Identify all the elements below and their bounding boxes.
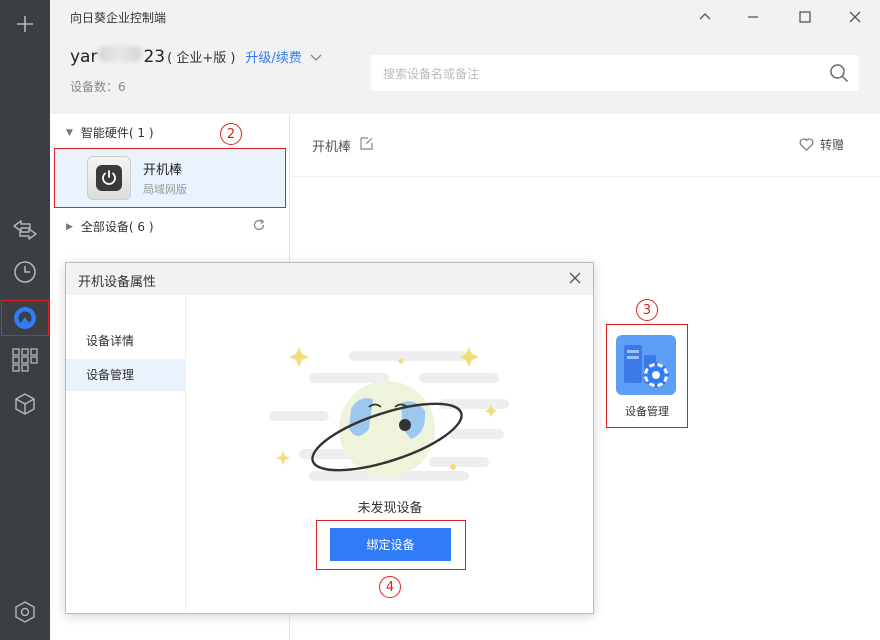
dialog-nav: 设备详情 设备管理 [66,295,186,613]
tree-group-all-devices[interactable]: ▶ 全部设备( 6 ) [66,218,154,235]
history-clock-icon[interactable] [0,252,50,292]
heart-icon [799,138,814,151]
nav-device-details[interactable]: 设备详情 [66,325,185,357]
search-input[interactable]: 搜索设备名或备注 [383,65,479,82]
sidebar [0,0,50,640]
annotation-marker-2: 2 [220,123,242,145]
dialog-close-icon[interactable] [567,270,583,290]
bind-device-button[interactable]: 绑定设备 [330,528,451,561]
device-management-icon [616,335,676,395]
transfer-label: 转赠 [819,138,844,152]
device-name: 开机棒 [143,163,183,178]
dialog-body: 未发现设备 绑定设备 [187,295,593,613]
dialog-header: 开机设备属性 [66,263,593,295]
account-name-prefix: yar [70,47,98,67]
device-item-power-stick[interactable]: 开机棒 局域网版 [54,148,286,208]
power-stick-thumbnail [87,156,131,200]
caret-right-icon: ▶ [66,221,73,232]
annotation-marker-3: 3 [636,299,658,321]
power-device-properties-dialog: 开机设备属性 设备详情 设备管理 未发现设备 绑定设备 [65,262,594,614]
search-icon[interactable] [829,63,849,87]
close-icon[interactable] [844,6,866,28]
chevron-down-icon[interactable] [310,52,322,67]
window-title: 向日葵企业控制端 [70,11,167,25]
account-info: yar 23 ( 企业+版 ) 升级/续费 [70,46,322,67]
no-device-illustration-icon [269,347,509,481]
divider [291,176,880,177]
device-detail-title: 开机棒 [312,140,352,155]
title-bar: 向日葵企业控制端 [50,0,880,34]
upgrade-renew-link[interactable]: 升级/续费 [245,47,301,66]
add-icon[interactable] [0,4,50,44]
account-name-suffix: 23 [143,47,166,67]
remote-control-icon[interactable] [0,210,50,250]
device-subtitle: 局域网版 [143,183,187,196]
collapse-chevron-icon[interactable] [694,6,716,28]
account-header: yar 23 ( 企业+版 ) 升级/续费 设备数：6 搜索设备名或备注 [50,34,880,114]
tree-group-label: 全部设备( 6 ) [80,220,154,234]
dialog-title: 开机设备属性 [78,275,157,290]
device-management-label: 设备管理 [625,405,669,418]
settings-hexagon-icon[interactable] [0,592,50,632]
nav-device-management[interactable]: 设备管理 [66,359,185,391]
refresh-icon[interactable] [252,218,266,236]
caret-down-icon: ▼ [66,127,73,138]
tree-group-label: 智能硬件( 1 ) [80,126,154,140]
package-cube-icon[interactable] [0,384,50,424]
account-edition: ( 企业+版 ) [167,51,236,66]
sunflower-device-icon[interactable] [0,298,50,338]
minimize-icon[interactable] [742,6,764,28]
account-name-blur [98,46,143,62]
edit-icon[interactable] [359,135,375,155]
device-management-card[interactable]: 设备管理 [606,324,688,428]
bind-button-highlight: 绑定设备 [316,520,466,570]
maximize-icon[interactable] [794,6,816,28]
tree-group-smart-hardware[interactable]: ▼ 智能硬件( 1 ) [66,124,154,141]
apps-grid-icon[interactable] [0,340,50,380]
transfer-button[interactable]: 转赠 [799,136,844,153]
no-device-message: 未发现设备 [357,501,423,516]
device-count: 设备数：6 [70,80,126,94]
search-box[interactable]: 搜索设备名或备注 [371,55,859,91]
annotation-marker-4: 4 [379,576,401,598]
